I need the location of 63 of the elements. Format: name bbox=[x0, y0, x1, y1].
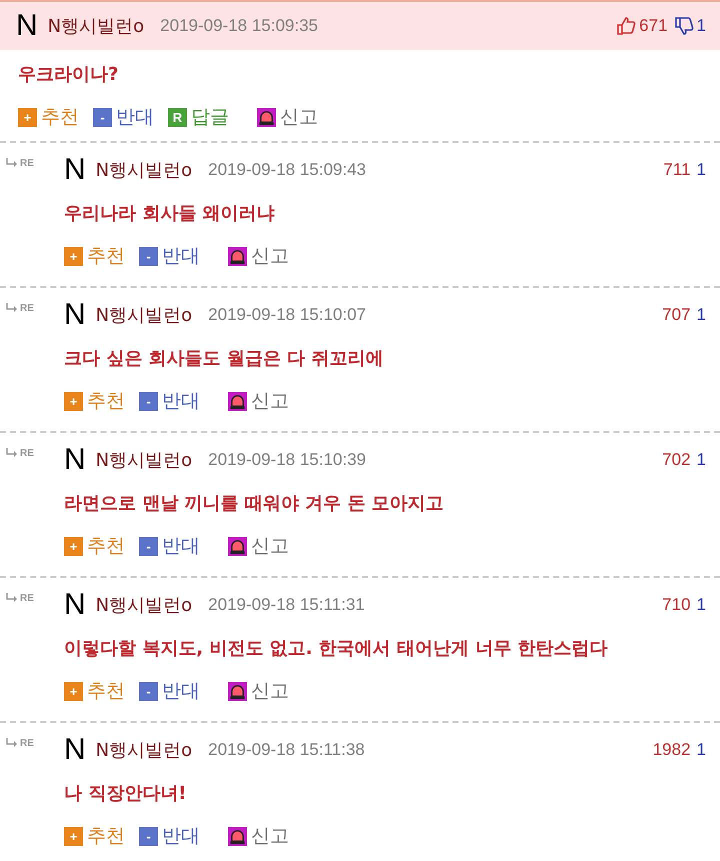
like-count: 711 bbox=[663, 160, 691, 180]
dislike-count: 1 bbox=[696, 595, 706, 615]
dislike-count: 1 bbox=[696, 160, 706, 180]
author-name[interactable]: N행시빌런o bbox=[48, 14, 144, 38]
comment-text: 우리나라 회사들 왜이러냐 bbox=[64, 202, 276, 225]
dislike-count: 1 bbox=[696, 16, 706, 36]
like-count: 707 bbox=[662, 305, 691, 325]
logo-letter: N bbox=[64, 298, 86, 332]
report-button[interactable]: 신고 bbox=[228, 243, 289, 269]
logo-letter: N bbox=[16, 9, 38, 43]
comment-text: 이렇다할 복지도, 비전도 없고. 한국에서 태어난게 너무 한탄스럽다 bbox=[64, 637, 609, 660]
report-button[interactable]: 신고 bbox=[257, 104, 318, 130]
comment-date: 2019-09-18 15:11:31 bbox=[208, 595, 365, 615]
recommend-button[interactable]: + 추천 bbox=[64, 533, 125, 559]
comment-date: 2019-09-18 15:10:07 bbox=[208, 305, 366, 325]
author-name[interactable]: N행시빌런o bbox=[96, 448, 192, 472]
like-count: 702 bbox=[662, 450, 691, 470]
report-button[interactable]: 신고 bbox=[228, 823, 289, 849]
dislike-count: 1 bbox=[696, 740, 706, 760]
author-name[interactable]: N행시빌런o bbox=[96, 738, 192, 762]
author-name[interactable]: N행시빌런o bbox=[96, 158, 192, 182]
report-button[interactable]: 신고 bbox=[228, 388, 289, 414]
siren-icon bbox=[228, 392, 247, 410]
oppose-button[interactable]: - 반대 bbox=[139, 533, 200, 559]
reply-button[interactable]: R 답글 bbox=[168, 104, 229, 130]
comment-date: 2019-09-18 15:09:43 bbox=[208, 160, 366, 180]
oppose-button[interactable]: - 반대 bbox=[139, 823, 200, 849]
comment-text: 우크라이나? bbox=[18, 63, 120, 86]
siren-icon bbox=[257, 108, 276, 126]
recommend-button[interactable]: + 추천 bbox=[64, 678, 125, 704]
comment-text: 라면으로 맨날 끼니를 때워야 겨우 돈 모아지고 bbox=[64, 492, 445, 515]
like-count: 671 bbox=[639, 16, 668, 36]
siren-icon bbox=[228, 826, 247, 846]
thumbs-down-icon[interactable] bbox=[674, 16, 694, 36]
recommend-button[interactable]: + 추천 bbox=[64, 243, 125, 269]
recommend-button[interactable]: + 추천 bbox=[64, 388, 125, 414]
oppose-button[interactable]: - 반대 bbox=[139, 678, 200, 704]
comment-date: 2019-09-18 15:10:39 bbox=[208, 450, 366, 470]
recommend-button[interactable]: + 추천 bbox=[64, 823, 125, 849]
logo-letter: N bbox=[64, 153, 86, 187]
recommend-button[interactable]: + 추천 bbox=[18, 104, 79, 130]
oppose-button[interactable]: - 반대 bbox=[139, 388, 200, 414]
logo-letter: N bbox=[64, 588, 86, 622]
like-count: 710 bbox=[662, 595, 691, 615]
siren-icon bbox=[228, 246, 247, 266]
comment-date: 2019-09-18 15:11:38 bbox=[208, 740, 365, 760]
oppose-button[interactable]: - 반대 bbox=[139, 243, 200, 269]
dislike-count: 1 bbox=[696, 450, 706, 470]
author-name[interactable]: N행시빌런o bbox=[96, 303, 192, 327]
oppose-button[interactable]: - 반대 bbox=[93, 104, 154, 130]
report-button[interactable]: 신고 bbox=[228, 533, 289, 559]
logo-letter: N bbox=[64, 443, 86, 477]
comment-text: 나 직장안다녀! bbox=[64, 782, 188, 805]
comment-date: 2019-09-18 15:09:35 bbox=[160, 16, 318, 36]
siren-icon bbox=[228, 682, 247, 700]
siren-icon bbox=[228, 536, 247, 556]
dislike-count: 1 bbox=[696, 305, 706, 325]
thumbs-up-icon[interactable] bbox=[616, 16, 636, 36]
author-name[interactable]: N행시빌런o bbox=[96, 593, 192, 617]
comment-text: 크다 싶은 회사들도 월급은 다 쥐꼬리에 bbox=[64, 347, 384, 370]
report-button[interactable]: 신고 bbox=[228, 678, 289, 704]
logo-letter: N bbox=[64, 733, 86, 767]
like-count: 1982 bbox=[652, 740, 691, 760]
